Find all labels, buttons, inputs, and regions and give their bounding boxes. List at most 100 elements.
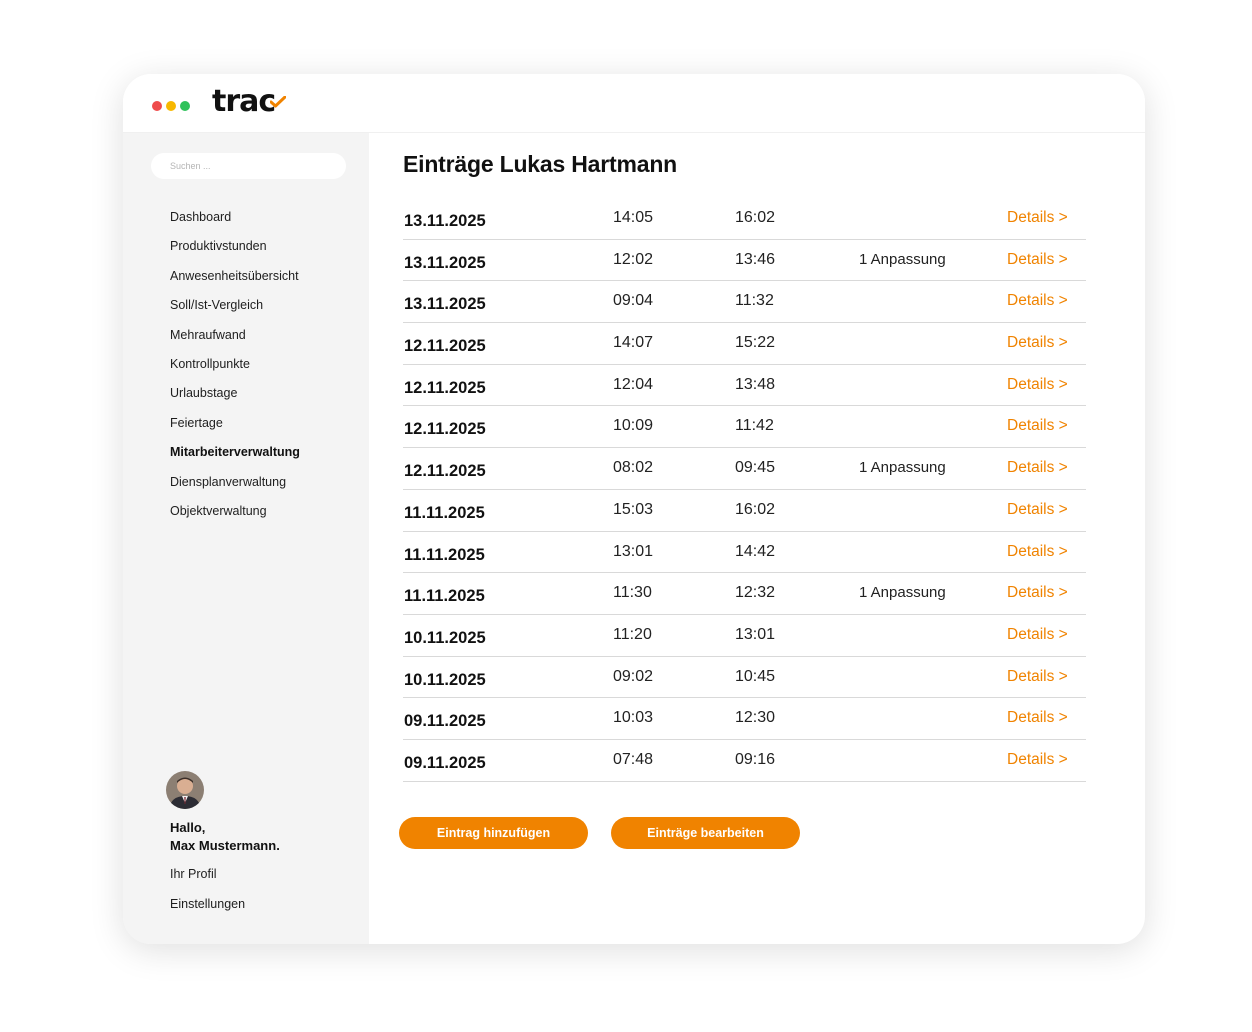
entry-date: 12.11.2025	[404, 378, 486, 397]
details-link[interactable]: Details >	[1007, 251, 1068, 269]
details-link[interactable]: Details >	[1007, 668, 1068, 686]
entry-start-time: 09:02	[613, 667, 654, 685]
entry-end-time: 09:45	[735, 459, 776, 477]
entry-date: 10.11.2025	[404, 670, 486, 689]
entry-start-time: 15:03	[613, 500, 654, 518]
main-content: Einträge Lukas Hartmann 13.11.2025 14:05 1…	[369, 133, 1145, 944]
table-row: 12.11.2025 14:07 15:22 Details >	[403, 323, 1086, 365]
sidebar-item-soll-ist-vergleich[interactable]: Soll/Ist-Vergleich	[170, 297, 300, 326]
entry-date: 11.11.2025	[404, 545, 485, 564]
table-row: 09.11.2025 10:03 12:30 Details >	[403, 698, 1086, 740]
window-minimize-dot[interactable]	[166, 101, 176, 111]
details-link[interactable]: Details >	[1007, 626, 1068, 644]
entry-start-time: 12:04	[613, 375, 654, 393]
details-link[interactable]: Details >	[1007, 417, 1068, 435]
profile-link[interactable]: Ihr Profil	[170, 867, 217, 881]
entry-end-time: 13:01	[735, 625, 776, 643]
details-link[interactable]: Details >	[1007, 584, 1068, 602]
title-bar: trac	[123, 74, 1145, 133]
table-row: 11.11.2025 13:01 14:42 Details >	[403, 532, 1086, 574]
details-link[interactable]: Details >	[1007, 292, 1068, 310]
edit-entries-button[interactable]: Einträge bearbeiten	[611, 817, 800, 849]
table-row: 13.11.2025 14:05 16:02 Details >	[403, 198, 1086, 240]
entry-end-time: 12:30	[735, 709, 776, 727]
entry-end-time: 13:48	[735, 375, 776, 393]
details-link[interactable]: Details >	[1007, 209, 1068, 227]
details-link[interactable]: Details >	[1007, 709, 1068, 727]
avatar[interactable]	[166, 771, 204, 809]
entry-date: 13.11.2025	[404, 253, 486, 272]
sidebar-item-mitarbeiterverwaltung[interactable]: Mitarbeiterverwaltung	[170, 444, 300, 473]
table-row: 13.11.2025 12:02 13:46 1 Anpassung Details >	[403, 240, 1086, 282]
entry-date: 09.11.2025	[404, 712, 486, 731]
sidebar-item-dashboard[interactable]: Dashboard	[170, 209, 300, 238]
table-row: 11.11.2025 11:30 12:32 1 Anpassung Details >	[403, 573, 1086, 615]
entry-end-time: 09:16	[735, 750, 776, 768]
sidebar-item-objektverwaltung[interactable]: Objektverwaltung	[170, 503, 300, 532]
details-link[interactable]: Details >	[1007, 334, 1068, 352]
table-row: 09.11.2025 07:48 09:16 Details >	[403, 740, 1086, 782]
table-row: 12.11.2025 08:02 09:45 1 Anpassung Details >	[403, 448, 1086, 490]
table-row: 12.11.2025 12:04 13:48 Details >	[403, 365, 1086, 407]
entry-end-time: 15:22	[735, 334, 776, 352]
search-input[interactable]	[151, 153, 346, 179]
details-link[interactable]: Details >	[1007, 751, 1068, 769]
entry-end-time: 11:32	[735, 292, 774, 310]
sidebar-item-produktivstunden[interactable]: Produktivstunden	[170, 238, 300, 267]
details-link[interactable]: Details >	[1007, 543, 1068, 561]
entry-start-time: 07:48	[613, 750, 654, 768]
greeting-line-1: Hallo,	[170, 820, 206, 835]
user-avatar-icon	[166, 771, 204, 809]
entry-start-time: 14:05	[613, 209, 654, 226]
app-logo: trac	[212, 84, 276, 119]
entries-table: 13.11.2025 14:05 16:02 Details >13.11.2025 1…	[403, 198, 1086, 782]
entry-end-time: 13:46	[735, 250, 776, 268]
entry-start-time: 13:01	[613, 542, 654, 560]
entry-date: 10.11.2025	[404, 628, 486, 647]
details-link[interactable]: Details >	[1007, 501, 1068, 519]
entry-date: 09.11.2025	[404, 753, 486, 772]
entry-start-time: 10:09	[613, 417, 654, 435]
table-row: 10.11.2025 11:20 13:01 Details >	[403, 615, 1086, 657]
entry-date: 13.11.2025	[404, 295, 486, 314]
entry-note: 1 Anpassung	[859, 459, 946, 477]
window-close-dot[interactable]	[152, 101, 162, 111]
entry-end-time: 12:32	[735, 584, 776, 602]
entry-date: 12.11.2025	[404, 420, 486, 439]
table-row: 10.11.2025 09:02 10:45 Details >	[403, 657, 1086, 699]
entry-date: 12.11.2025	[404, 337, 486, 356]
entry-end-time: 16:02	[735, 209, 776, 226]
entry-end-time: 11:42	[735, 417, 774, 435]
entry-date: 13.11.2025	[404, 212, 486, 230]
entry-start-time: 12:02	[613, 250, 654, 268]
entry-start-time: 11:20	[613, 625, 652, 643]
app-window: trac DashboardProduktivstundenAnwesenhei…	[123, 74, 1145, 944]
entry-date: 11.11.2025	[404, 587, 485, 606]
sidebar-nav: Dashboard Produktivstunden Anwesenheitsübe…	[170, 209, 300, 532]
page-title: Einträge Lukas Hartmann	[403, 151, 678, 177]
details-link[interactable]: Details >	[1007, 459, 1068, 477]
sidebar-item-feiertage[interactable]: Feiertage	[170, 415, 300, 444]
user-greeting: Hallo, Max Mustermann.	[170, 819, 280, 855]
entry-start-time: 09:04	[613, 292, 654, 310]
sidebar-item-urlaubstage[interactable]: Urlaubstage	[170, 385, 300, 414]
entry-start-time: 10:03	[613, 709, 654, 727]
entry-start-time: 11:30	[613, 584, 652, 602]
sidebar: DashboardProduktivstundenAnwesenheitsübe…	[123, 133, 369, 944]
entry-end-time: 10:45	[735, 667, 776, 685]
sidebar-item-kontrollpunkte[interactable]: Kontrollpunkte	[170, 356, 300, 385]
table-row: 11.11.2025 15:03 16:02 Details >	[403, 490, 1086, 532]
sidebar-item-diensplanverwaltung[interactable]: Diensplanverwaltung	[170, 474, 300, 503]
entry-start-time: 08:02	[613, 459, 654, 477]
entry-end-time: 14:42	[735, 542, 776, 560]
add-entry-button[interactable]: Eintrag hinzufügen	[399, 817, 588, 849]
entry-date: 12.11.2025	[404, 462, 486, 481]
entry-start-time: 14:07	[613, 334, 654, 352]
details-link[interactable]: Details >	[1007, 376, 1068, 394]
table-row: 12.11.2025 10:09 11:42 Details >	[403, 406, 1086, 449]
sidebar-item-anwesenheits-bersicht[interactable]: Anwesenheitsübersicht	[170, 268, 300, 297]
sidebar-item-mehraufwand[interactable]: Mehraufwand	[170, 327, 300, 356]
window-maximize-dot[interactable]	[180, 101, 190, 111]
settings-link[interactable]: Einstellungen	[170, 897, 245, 911]
greeting-line-2: Max Mustermann.	[170, 838, 280, 853]
